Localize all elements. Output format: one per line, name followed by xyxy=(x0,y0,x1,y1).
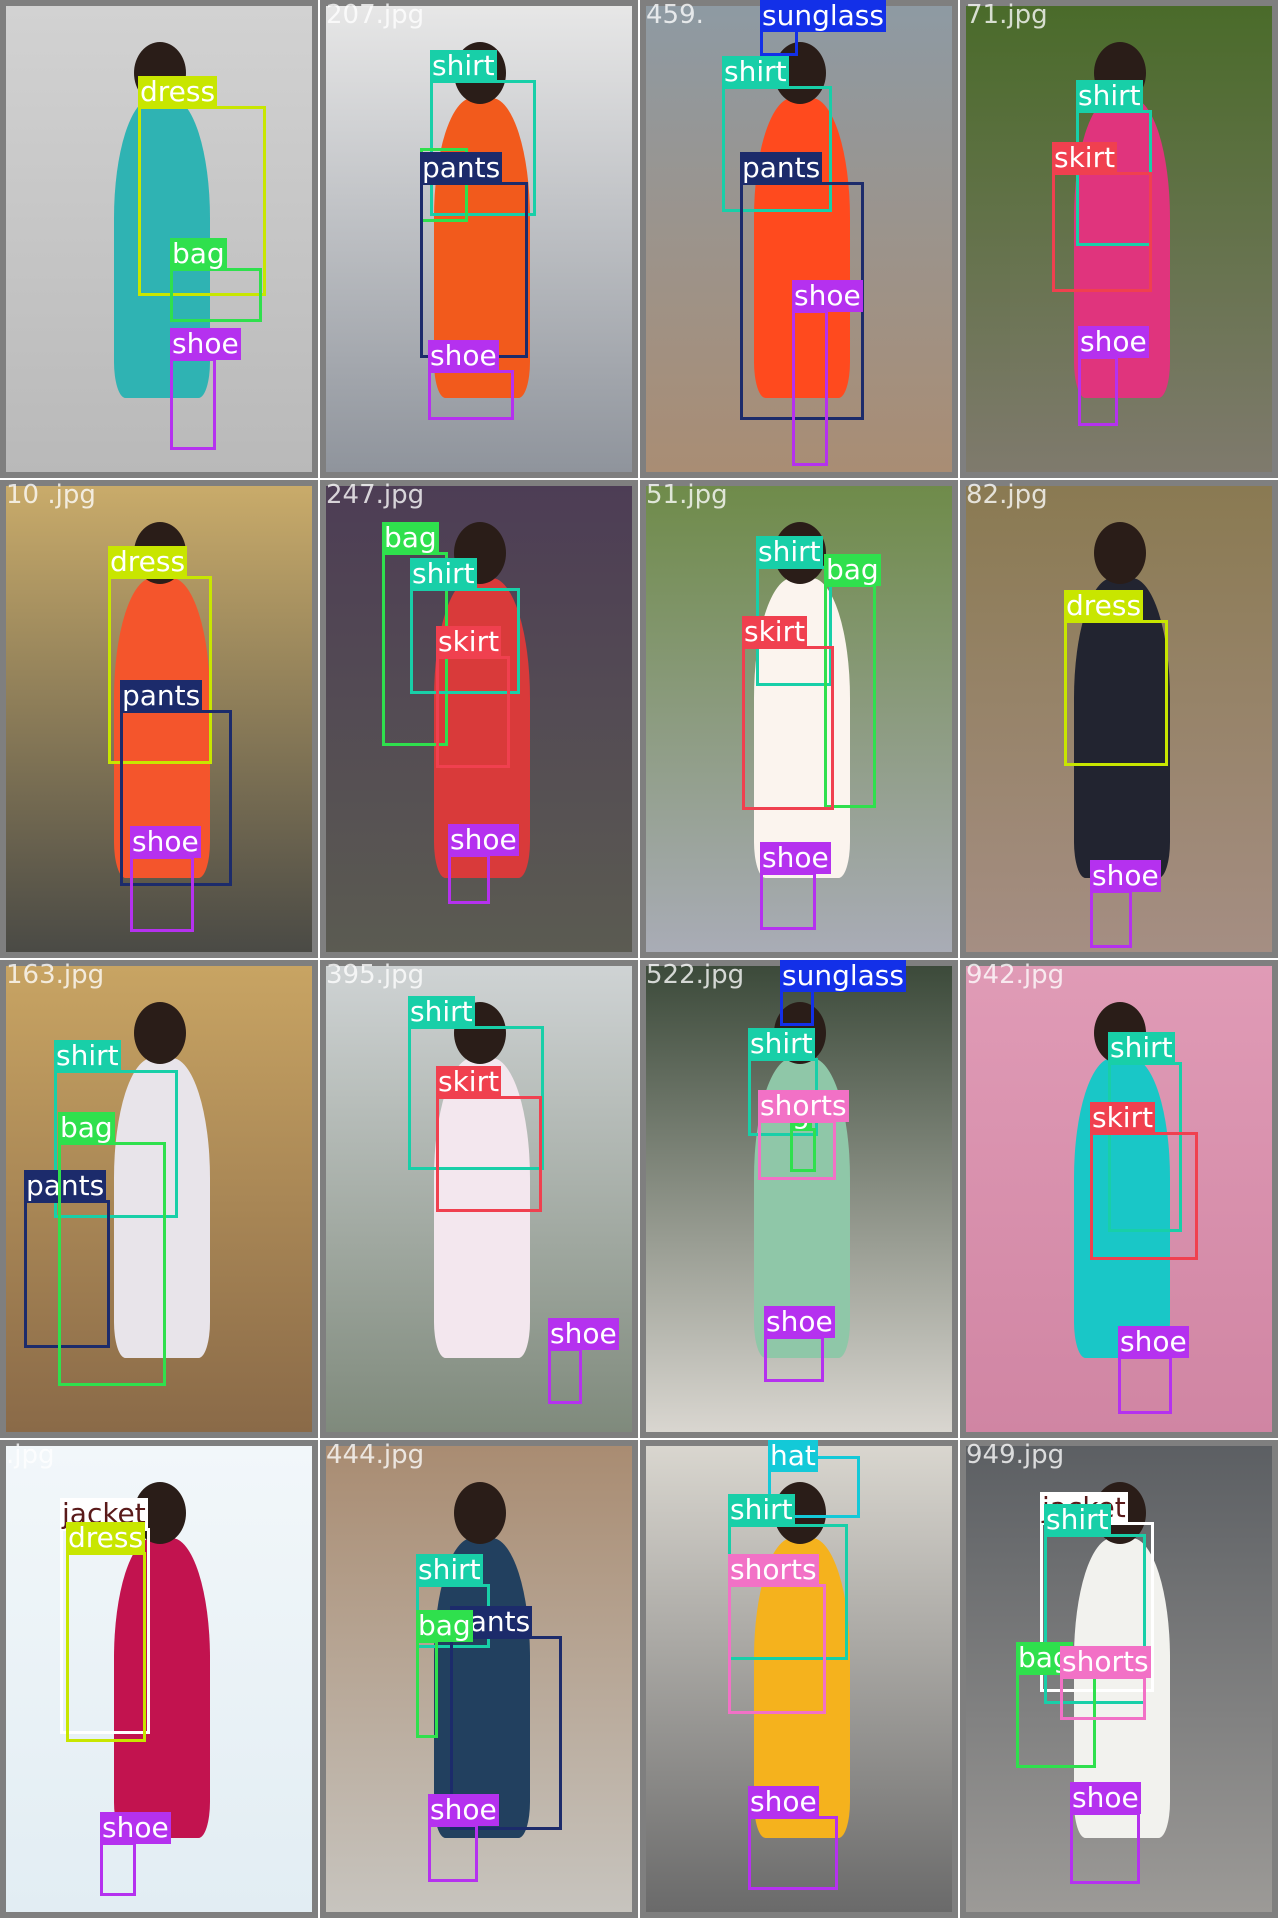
bbox-label-shoe: shoe xyxy=(170,327,241,360)
bbox-dress xyxy=(1064,620,1168,766)
bbox-shoe xyxy=(792,310,828,466)
bbox-pants xyxy=(420,182,528,358)
person-head xyxy=(454,1482,506,1544)
bbox-shoe xyxy=(100,1842,136,1896)
image-tile: .jpg jacket dress shoe xyxy=(0,1440,318,1918)
bbox-label-shoe: shoe xyxy=(130,825,201,858)
bbox-label-shirt: shirt xyxy=(1044,1503,1111,1536)
image-tile: 10 .jpg dress pants shoe xyxy=(0,480,318,958)
image-tile: 444.jpg shirt pants bag shoe xyxy=(320,1440,638,1918)
bbox-label-skirt: skirt xyxy=(1052,141,1118,174)
bbox-label-shirt: shirt xyxy=(416,1553,483,1586)
bbox-shorts xyxy=(1060,1676,1146,1720)
bbox-label-shoe: shoe xyxy=(548,1317,619,1350)
bbox-shoe xyxy=(1078,356,1118,426)
bbox-label-shirt: shirt xyxy=(722,55,789,88)
bbox-label-shoe: shoe xyxy=(1070,1781,1141,1814)
bbox-label-bag: bag xyxy=(58,1111,115,1144)
bbox-bag xyxy=(416,1640,438,1738)
bbox-skirt xyxy=(742,646,834,810)
bbox-skirt xyxy=(1090,1132,1198,1260)
image-tile: 459. sunglass shirt pants shoe xyxy=(640,0,958,478)
bbox-skirt xyxy=(1052,172,1152,292)
bbox-shoe xyxy=(548,1348,582,1404)
bbox-shoe xyxy=(170,358,216,450)
bbox-label-shirt: shirt xyxy=(430,49,497,82)
bbox-label-shirt: shirt xyxy=(410,557,477,590)
bbox-label-sunglass: sunglass xyxy=(760,0,886,32)
bbox-label-pants: pants xyxy=(420,151,503,184)
bbox-shoe xyxy=(1070,1812,1140,1884)
bbox-label-shirt: shirt xyxy=(54,1039,121,1072)
bbox-label-shirt: shirt xyxy=(1076,79,1143,112)
bbox-label-skirt: skirt xyxy=(436,1065,502,1098)
bbox-label-shirt: shirt xyxy=(1108,1031,1175,1064)
bbox-label-sunglass: sunglass xyxy=(780,960,906,992)
bbox-label-dress: dress xyxy=(108,545,188,578)
bbox-label-shoe: shoe xyxy=(1078,325,1149,358)
bbox-shoe xyxy=(448,854,490,904)
bbox-label-shoe: shoe xyxy=(1090,859,1161,892)
image-tile: 522.jpgsunglassshirtgshortsshoe xyxy=(640,960,958,1438)
bbox-label-shirt: shirt xyxy=(408,995,475,1028)
bbox-label-shoe: shoe xyxy=(760,841,831,874)
image-tile: 207.jpg shirt pants shoe xyxy=(320,0,638,478)
detection-grid: dress bag shoe 207.jpg shirt pants shoe 459. sun… xyxy=(0,0,1280,1920)
bbox-label-skirt: skirt xyxy=(1090,1101,1156,1134)
person-head xyxy=(1094,522,1146,584)
bbox-label-shorts: shorts xyxy=(758,1089,849,1122)
bbox-label-bag: bag xyxy=(824,553,881,586)
bbox-shoe xyxy=(760,872,816,930)
bbox-label-dress: dress xyxy=(1064,589,1144,622)
image-tile: dress bag shoe xyxy=(0,0,318,478)
bbox-label-hat: hat xyxy=(768,1440,818,1472)
image-tile: 82.jpg dress shoe xyxy=(960,480,1278,958)
bbox-label-shoe: shoe xyxy=(448,823,519,856)
image-tile: 942.jpg shirt skirt shoe xyxy=(960,960,1278,1438)
bbox-shoe xyxy=(764,1336,824,1382)
bbox-dress xyxy=(66,1552,146,1742)
bbox-label-shirt: shirt xyxy=(756,535,823,568)
image-tile: hat shirt shorts shoe xyxy=(640,1440,958,1918)
bbox-shorts xyxy=(758,1120,836,1180)
bbox-label-shorts: shorts xyxy=(728,1553,819,1586)
bbox-label-skirt: skirt xyxy=(742,615,808,648)
bbox-label-shoe: shoe xyxy=(428,1793,499,1826)
bbox-shoe xyxy=(428,1824,478,1882)
bbox-bag xyxy=(170,268,262,322)
bbox-label-pants: pants xyxy=(120,679,203,712)
bbox-label-bag: bag xyxy=(382,521,439,554)
bbox-shoe xyxy=(428,370,514,420)
bbox-label-bag: bag xyxy=(416,1609,473,1642)
bbox-shorts xyxy=(728,1584,826,1714)
bbox-label-shoe: shoe xyxy=(748,1785,819,1818)
bbox-label-shirt: shirt xyxy=(748,1027,815,1060)
image-tile: 395.jpg shirt skirt shoe xyxy=(320,960,638,1438)
bbox-label-shirt: shirt xyxy=(728,1493,795,1526)
bbox-label-bag: bag xyxy=(170,237,227,270)
bbox-label-shoe: shoe xyxy=(428,339,499,372)
bbox-label-dress: dress xyxy=(66,1521,146,1554)
bbox-label-shoe: shoe xyxy=(792,279,863,312)
bbox-bag xyxy=(58,1142,166,1386)
bbox-skirt xyxy=(436,1096,542,1212)
bbox-shoe xyxy=(130,856,194,932)
person-head xyxy=(134,1002,186,1064)
bbox-label-dress: dress xyxy=(138,75,218,108)
image-tile: 163.jpg shirt pants bag xyxy=(0,960,318,1438)
image-tile: 71.jpg shirt skirt shoe xyxy=(960,0,1278,478)
bbox-shoe xyxy=(748,1816,838,1890)
bbox-label-shoe: shoe xyxy=(1118,1325,1189,1358)
bbox-skirt xyxy=(436,656,510,768)
bbox-label-skirt: skirt xyxy=(436,625,502,658)
image-tile: 949.jpgjacketshirtbagshortsshoe xyxy=(960,1440,1278,1918)
bbox-label-shoe: shoe xyxy=(100,1811,171,1844)
bbox-shoe xyxy=(1090,890,1132,948)
image-tile: 51.jpg shirt bag skirt shoe xyxy=(640,480,958,958)
image-tile: 247.jpg bag shirt skirt shoe xyxy=(320,480,638,958)
bbox-shoe xyxy=(1118,1356,1172,1414)
bbox-label-shoe: shoe xyxy=(764,1305,835,1338)
bbox-label-shorts: shorts xyxy=(1060,1645,1151,1678)
bbox-label-pants: pants xyxy=(740,151,823,184)
